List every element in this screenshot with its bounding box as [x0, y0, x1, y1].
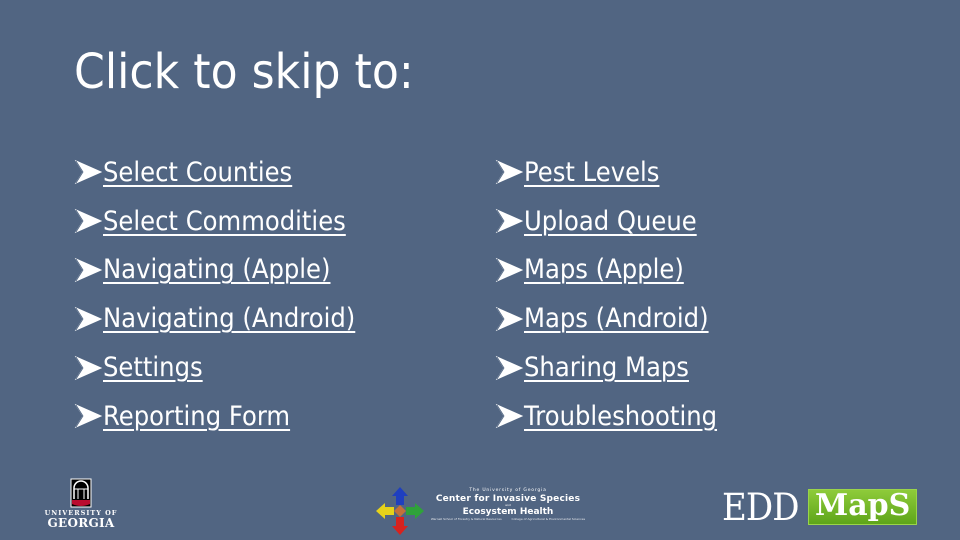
- link-select-commodities[interactable]: Select Commodities: [103, 206, 346, 237]
- cise-logo-sub-right: College of Agricultural & Environmental …: [511, 517, 586, 521]
- list-item: Reporting Form: [74, 392, 383, 441]
- list-item: Select Commodities: [74, 197, 383, 246]
- list-item: Navigating (Android): [74, 294, 383, 343]
- arrowhead-bullet-icon: [495, 160, 524, 185]
- cise-logo-sub-left: Warnell School of Forestry & Natural Res…: [430, 517, 502, 521]
- list-item: Settings: [74, 343, 383, 392]
- link-troubleshooting[interactable]: Troubleshooting: [524, 401, 717, 432]
- link-maps-android[interactable]: Maps (Android): [524, 303, 709, 334]
- list-item: Troubleshooting: [495, 392, 738, 441]
- arrowhead-bullet-icon: [495, 209, 524, 234]
- list-item: Navigating (Apple): [74, 246, 383, 295]
- arrowhead-bullet-icon: [74, 404, 103, 429]
- arrowhead-bullet-icon: [495, 355, 524, 380]
- eddmaps-logo-edd: EDD: [722, 485, 800, 529]
- list-item: Upload Queue: [495, 197, 738, 246]
- eddmaps-logo: EDD MapS: [722, 485, 918, 529]
- uga-arch-icon: [70, 478, 92, 508]
- link-reporting-form[interactable]: Reporting Form: [103, 401, 290, 432]
- link-navigating-android[interactable]: Navigating (Android): [103, 303, 355, 334]
- list-item: Sharing Maps: [495, 343, 738, 392]
- slide-title: Click to skip to:: [74, 44, 414, 100]
- link-sharing-maps[interactable]: Sharing Maps: [524, 352, 689, 383]
- link-pest-levels[interactable]: Pest Levels: [524, 157, 659, 188]
- four-arrows-icon: [376, 487, 424, 535]
- cise-logo-text: The University of Georgia Center for Inv…: [426, 488, 590, 521]
- link-navigating-apple[interactable]: Navigating (Apple): [103, 254, 330, 285]
- arrowhead-bullet-icon: [495, 306, 524, 331]
- arrowhead-bullet-icon: [74, 209, 103, 234]
- arrowhead-bullet-icon: [74, 257, 103, 283]
- eddmaps-logo-maps: MapS: [808, 489, 918, 525]
- arrowhead-bullet-icon: [495, 404, 524, 429]
- arrowhead-bullet-icon: [74, 306, 103, 331]
- cise-logo-line4: Ecosystem Health: [462, 507, 554, 517]
- list-item: Select Counties: [74, 148, 383, 197]
- list-item: Maps (Android): [495, 294, 738, 343]
- link-list-right: Pest Levels Upload Queue Maps (Apple) Ma…: [495, 148, 738, 441]
- link-upload-queue[interactable]: Upload Queue: [524, 206, 697, 237]
- cise-logo-subtext: Warnell School of Forestry & Natural Res…: [426, 517, 590, 521]
- uga-logo-line2: GEORGIA: [47, 515, 115, 530]
- cise-logo: The University of Georgia Center for Inv…: [374, 485, 589, 537]
- link-select-counties[interactable]: Select Counties: [103, 157, 292, 188]
- link-list-left: Select Counties Select Commodities Navig…: [74, 148, 383, 441]
- list-item: Maps (Apple): [495, 246, 738, 295]
- link-maps-apple[interactable]: Maps (Apple): [524, 254, 684, 285]
- arrowhead-bullet-icon: [74, 355, 103, 380]
- link-settings[interactable]: Settings: [103, 352, 203, 383]
- uga-logo: UNIVERSITY OF GEORGIA: [44, 478, 118, 534]
- arrowhead-bullet-icon: [74, 160, 103, 185]
- arrowhead-bullet-icon: [495, 257, 524, 283]
- list-item: Pest Levels: [495, 148, 738, 197]
